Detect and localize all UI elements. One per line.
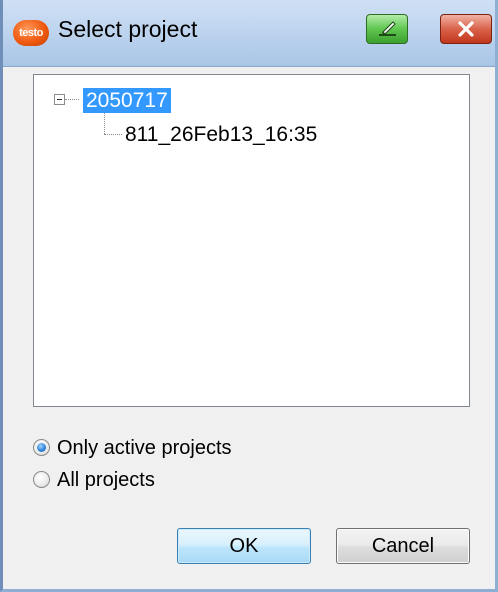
tree-collapse-icon[interactable] xyxy=(54,94,65,105)
radio-button-checked[interactable] xyxy=(33,439,50,456)
radio-label: All projects xyxy=(57,469,155,491)
cancel-button[interactable]: Cancel xyxy=(336,528,470,564)
tree-item-child[interactable]: 811_26Feb13_16:35 xyxy=(125,122,317,147)
edit-pen-button[interactable] xyxy=(366,14,408,44)
tree-connector xyxy=(104,113,105,134)
dialog-content: 2050717 811_26Feb13_16:35 Only active pr… xyxy=(3,67,495,589)
ok-button[interactable]: OK xyxy=(177,528,311,564)
tree-connector xyxy=(104,134,122,135)
title-bar[interactable]: testo Select project xyxy=(3,0,495,67)
project-tree[interactable]: 2050717 811_26Feb13_16:35 xyxy=(33,74,470,407)
tree-item-root[interactable]: 2050717 xyxy=(83,88,171,113)
close-button[interactable] xyxy=(440,14,492,44)
edit-pen-icon xyxy=(379,21,396,36)
radio-button-unchecked[interactable] xyxy=(33,471,50,488)
radio-label: Only active projects xyxy=(57,437,232,459)
testo-logo-icon: testo xyxy=(13,20,49,46)
close-icon xyxy=(458,21,474,37)
window-title: Select project xyxy=(58,16,198,42)
tree-connector xyxy=(65,99,79,100)
select-project-dialog: testo Select project 2050717 811_26Feb13… xyxy=(0,0,498,592)
